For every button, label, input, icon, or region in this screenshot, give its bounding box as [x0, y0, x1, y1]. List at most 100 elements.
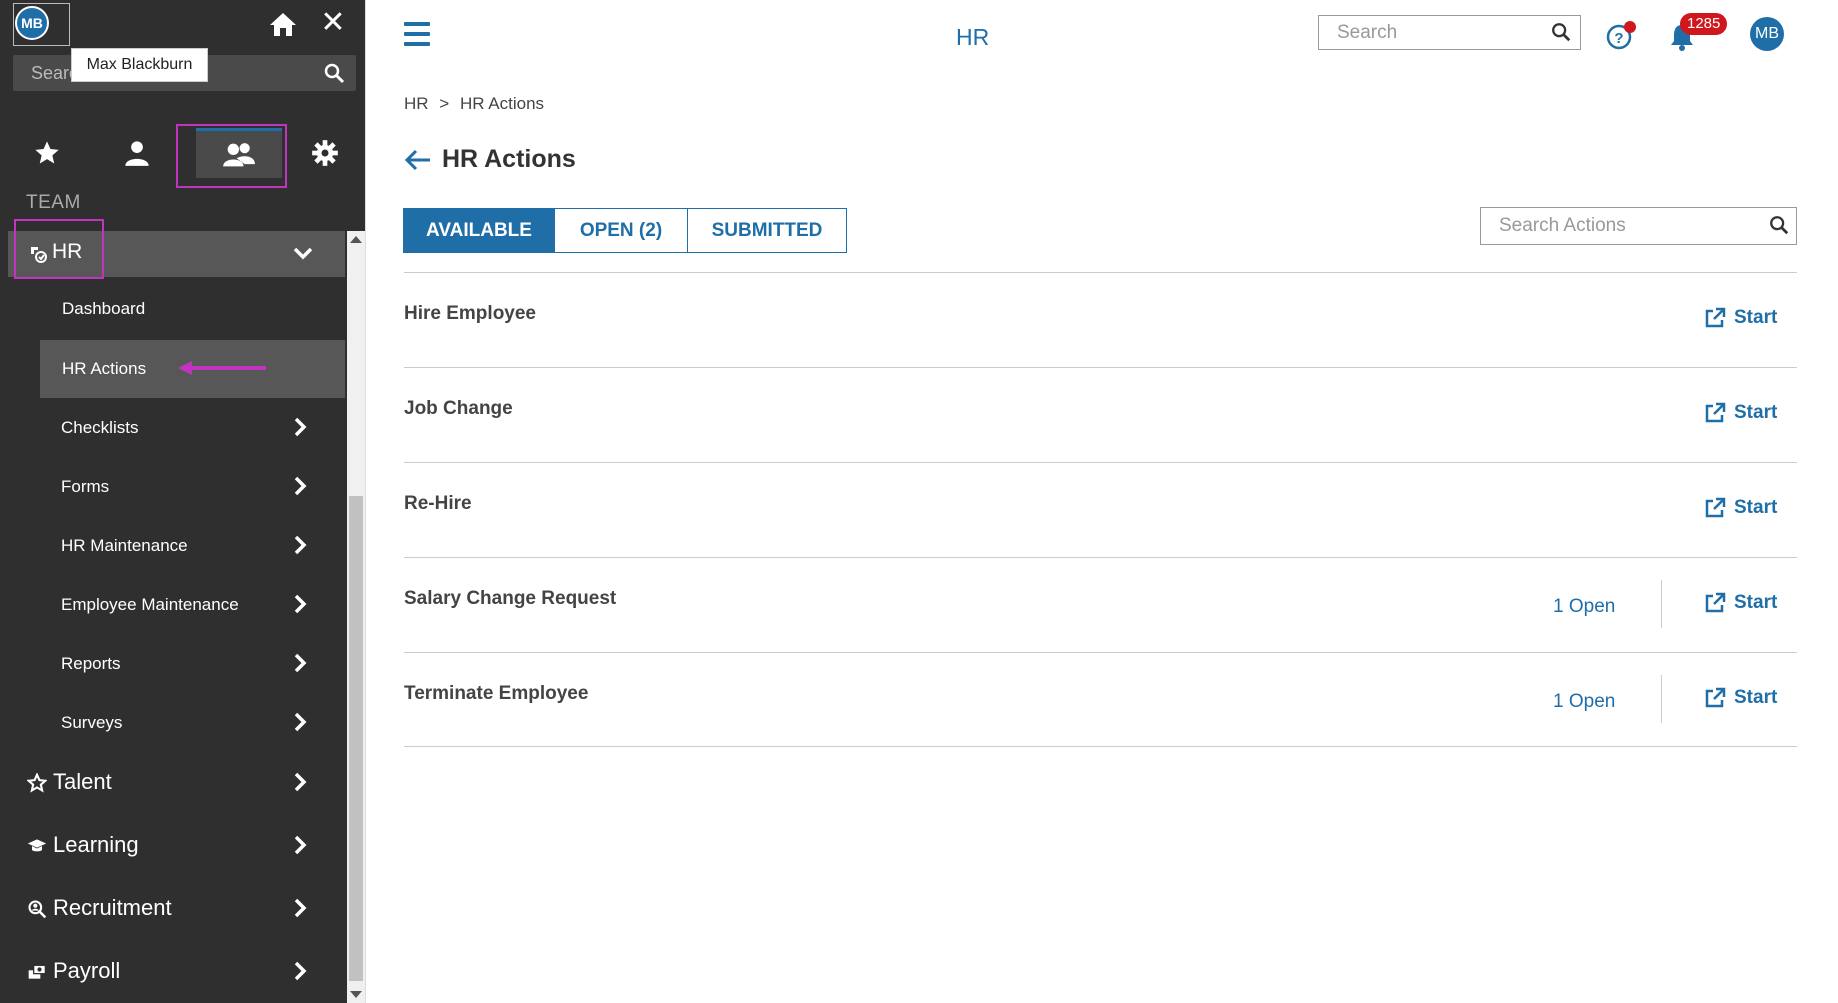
sidebar-item-label: Learning — [53, 832, 139, 857]
close-icon[interactable]: ✕ — [318, 6, 348, 40]
chevron-right-icon — [288, 833, 312, 857]
list-item: Hire Employee Start — [404, 272, 1797, 367]
back-arrow-icon[interactable] — [404, 148, 432, 172]
action-name: Re-Hire — [404, 493, 472, 514]
start-label: Start — [1734, 402, 1778, 423]
scrollbar-thumb[interactable] — [349, 496, 363, 981]
action-name: Salary Change Request — [404, 588, 617, 609]
search-icon[interactable] — [322, 61, 346, 85]
search-icon[interactable] — [1550, 21, 1572, 43]
action-name: Terminate Employee — [404, 683, 589, 704]
breadcrumb-current: HR Actions — [459, 94, 545, 113]
avatar[interactable]: MB — [1750, 17, 1784, 51]
start-button[interactable]: Start — [1704, 497, 1777, 519]
section-label-team: TEAM — [26, 192, 81, 213]
sidebar: MB ✕ Max Blackburn TEAM HR — [0, 0, 365, 1003]
sidebar-item-talent[interactable]: Talent — [0, 752, 345, 812]
actions-search-input[interactable] — [1481, 208, 1751, 244]
person-icon — [125, 141, 149, 166]
actions-search — [1480, 207, 1797, 245]
start-label: Start — [1734, 592, 1778, 613]
sidebar-item-label: Talent — [53, 769, 112, 794]
tab-available[interactable]: AVAILABLE — [403, 208, 555, 253]
sidebar-item-label: Surveys — [61, 713, 123, 732]
list-item: Terminate Employee 1 Open Start — [404, 652, 1797, 747]
sidebar-top-bar: MB ✕ — [0, 0, 365, 50]
chevron-right-icon — [288, 533, 312, 557]
chevron-right-icon — [288, 474, 312, 498]
gear-icon — [312, 140, 338, 166]
sidebar-item-label: Checklists — [61, 418, 139, 437]
open-count-link[interactable]: 1 Open — [1553, 691, 1615, 713]
svg-text:?: ? — [1614, 30, 1623, 47]
avatar[interactable]: MB — [15, 6, 49, 40]
star-icon — [35, 141, 59, 164]
scroll-up-icon[interactable] — [350, 236, 362, 243]
tab-settings[interactable] — [290, 128, 360, 178]
open-count-link[interactable]: 1 Open — [1553, 596, 1615, 618]
tab-favorites[interactable] — [12, 128, 82, 178]
external-link-icon — [1705, 402, 1726, 423]
sidebar-item-label: HR Actions — [62, 359, 147, 378]
list-item: Salary Change Request 1 Open Start — [404, 557, 1797, 652]
start-button[interactable]: Start — [1704, 307, 1777, 329]
sidebar-item-recruitment[interactable]: Recruitment — [0, 878, 345, 938]
breadcrumb-root[interactable]: HR — [404, 94, 429, 113]
actions-list: Hire Employee Start Job Change Start Re-… — [404, 272, 1797, 747]
start-label: Start — [1734, 687, 1778, 708]
app-title: HR — [956, 24, 990, 50]
chevron-right-icon — [288, 651, 312, 675]
list-item: Job Change Start — [404, 367, 1797, 462]
external-link-icon — [1705, 687, 1726, 708]
global-search-input[interactable] — [1319, 16, 1539, 49]
notification-badge: 1285 — [1680, 13, 1728, 35]
sidebar-item-label: Recruitment — [53, 895, 172, 920]
global-search — [1318, 15, 1581, 50]
money-icon — [27, 962, 47, 982]
sidebar-item-hr-maintenance[interactable]: HR Maintenance — [0, 517, 345, 575]
sidebar-item-learning[interactable]: Learning — [0, 815, 345, 875]
user-tooltip: Max Blackburn — [71, 48, 208, 82]
sidebar-scrollbar[interactable] — [347, 231, 365, 1003]
sidebar-item-payroll[interactable]: Payroll — [0, 941, 345, 1001]
tab-open[interactable]: OPEN (2) — [554, 208, 688, 253]
sidebar-item-checklists[interactable]: Checklists — [0, 399, 345, 457]
sidebar-item-dashboard[interactable]: Dashboard — [40, 280, 345, 338]
search-icon[interactable] — [1768, 214, 1790, 236]
external-link-icon — [1705, 497, 1726, 518]
scroll-down-icon[interactable] — [350, 991, 362, 998]
action-name: Hire Employee — [404, 303, 536, 324]
start-button[interactable]: Start — [1704, 687, 1777, 709]
graduation-cap-icon — [27, 836, 47, 856]
start-label: Start — [1734, 497, 1778, 518]
action-tabs: AVAILABLE OPEN (2) SUBMITTED — [403, 208, 847, 253]
hamburger-menu-icon[interactable] — [404, 22, 430, 46]
home-icon[interactable] — [268, 10, 298, 38]
start-button[interactable]: Start — [1704, 402, 1777, 424]
chevron-right-icon — [288, 710, 312, 734]
sidebar-item-reports[interactable]: Reports — [0, 635, 345, 693]
sidebar-item-label: Payroll — [53, 958, 121, 983]
team-tab-highlight — [176, 124, 287, 188]
divider — [1661, 580, 1662, 628]
sidebar-item-surveys[interactable]: Surveys — [0, 694, 345, 752]
tab-submitted[interactable]: SUBMITTED — [687, 208, 847, 253]
divider — [1661, 675, 1662, 723]
external-link-icon — [1705, 592, 1726, 613]
chevron-right-icon — [288, 415, 312, 439]
chevron-down-icon[interactable] — [291, 241, 315, 265]
chevron-right-icon — [288, 896, 312, 920]
chevron-right-icon — [288, 959, 312, 983]
sidebar-item-label: Forms — [61, 477, 110, 496]
tab-my-profile[interactable] — [102, 128, 172, 178]
help-icon[interactable]: ? — [1604, 20, 1638, 52]
breadcrumb-separator: > — [439, 94, 450, 113]
sidebar-item-forms[interactable]: Forms — [0, 458, 345, 516]
main-content: HR ? 1285 MB HR > HR Actions HR Actions … — [365, 0, 1838, 1003]
sidebar-item-label: Employee Maintenance — [61, 595, 239, 614]
sidebar-item-employee-maintenance[interactable]: Employee Maintenance — [0, 576, 345, 634]
start-button[interactable]: Start — [1704, 592, 1777, 614]
hr-menu-highlight — [14, 219, 104, 279]
pointer-arrow-annotation — [178, 361, 266, 375]
chevron-right-icon — [288, 592, 312, 616]
